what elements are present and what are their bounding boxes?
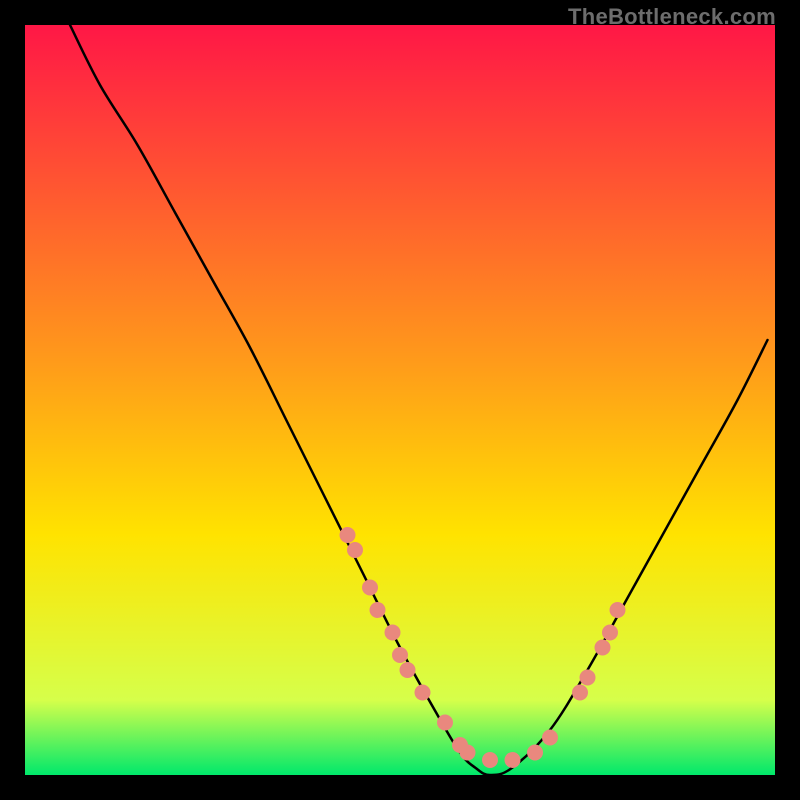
highlight-dot	[505, 752, 521, 768]
highlight-dot	[527, 745, 543, 761]
highlight-dot	[482, 752, 498, 768]
highlight-dot	[362, 580, 378, 596]
highlight-dot	[392, 647, 408, 663]
chart-frame	[25, 25, 775, 775]
highlight-dot	[610, 602, 626, 618]
highlight-dot	[580, 670, 596, 686]
highlight-dot	[370, 602, 386, 618]
highlight-dot	[572, 685, 588, 701]
bottleneck-chart	[25, 25, 775, 775]
highlight-dot	[340, 527, 356, 543]
highlight-dot	[415, 685, 431, 701]
highlight-dot	[385, 625, 401, 641]
highlight-dot	[602, 625, 618, 641]
highlight-dot	[460, 745, 476, 761]
highlight-dot	[400, 662, 416, 678]
highlight-dot	[437, 715, 453, 731]
highlight-dot	[595, 640, 611, 656]
highlight-dot	[542, 730, 558, 746]
highlight-dot	[347, 542, 363, 558]
